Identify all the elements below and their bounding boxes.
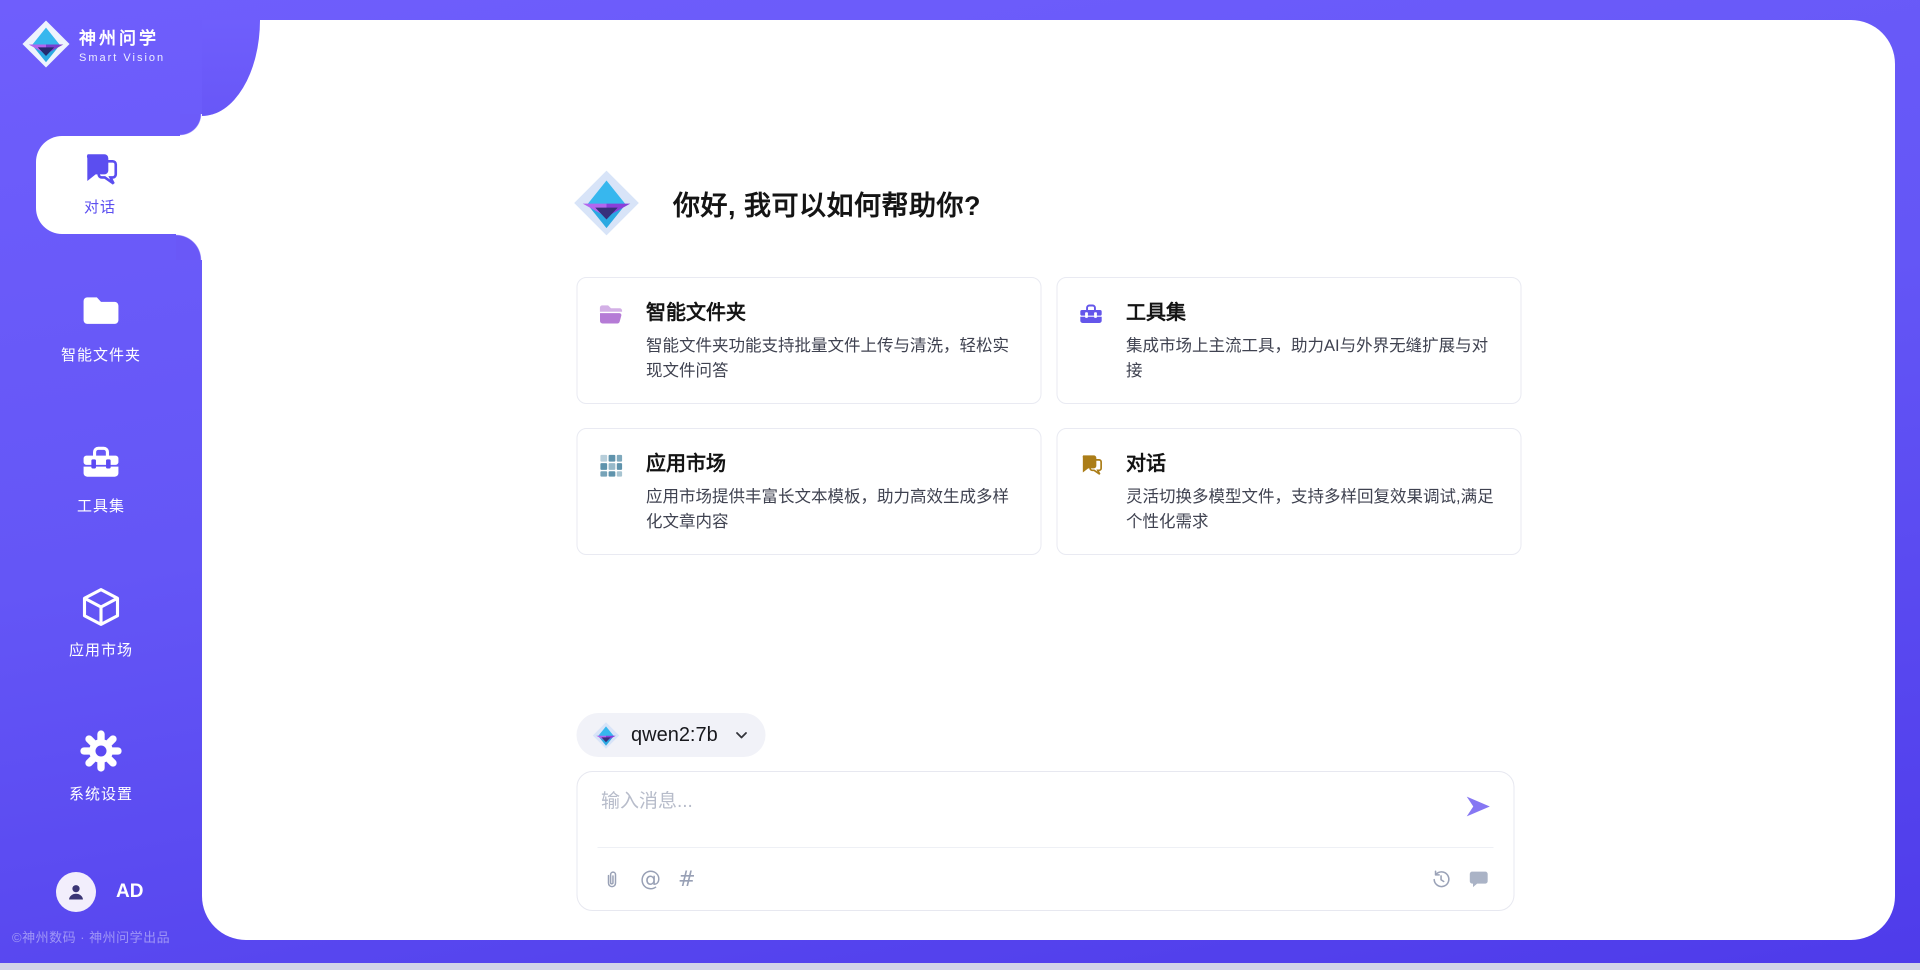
- sidebar-item-settings[interactable]: 系统设置: [0, 729, 202, 804]
- sidebar-item-label: 智能文件夹: [0, 344, 202, 365]
- attach-icon[interactable]: [601, 868, 623, 890]
- greeting-text: 你好, 我可以如何帮助你?: [673, 184, 981, 223]
- sidebar-item-label: 对话: [84, 196, 116, 217]
- app-logo-icon: [573, 165, 639, 241]
- toolbox-icon: [1077, 301, 1104, 328]
- sidebar: 神州问学 Smart Vision 对话 智能文件夹 工具集: [0, 0, 202, 970]
- card-title: 智能文件夹: [646, 296, 1023, 325]
- chat-icon: [79, 149, 121, 191]
- cube-icon: [79, 585, 123, 629]
- card-description: 集成市场上主流工具，助力AI与外界无缝扩展与对接: [1126, 334, 1503, 384]
- composer-toolbar: @ #: [597, 847, 1493, 910]
- card-description: 灵活切换多模型文件，支持多样回复效果调试,满足个性化需求: [1126, 485, 1503, 535]
- sidebar-item-label: 系统设置: [0, 783, 202, 804]
- user-initials: AD: [116, 881, 143, 903]
- history-icon[interactable]: [1429, 868, 1451, 890]
- sidebar-item-chat[interactable]: 对话: [36, 136, 204, 234]
- folder-icon: [79, 290, 123, 334]
- gear-icon: [79, 729, 123, 773]
- toolbox-icon: [79, 441, 123, 485]
- card-smart-folder[interactable]: 智能文件夹 智能文件夹功能支持批量文件上传与清洗，轻松实现文件问答: [576, 277, 1041, 404]
- chevron-down-icon: [734, 727, 750, 743]
- card-title: 工具集: [1126, 296, 1503, 325]
- hashtag-icon[interactable]: #: [678, 867, 696, 891]
- grid-icon: [597, 452, 624, 479]
- mention-icon[interactable]: @: [640, 867, 661, 891]
- main-content: 你好, 我可以如何帮助你? 智能文件夹 智能文件夹功能支持批量文件上传与清洗，轻…: [576, 20, 1521, 940]
- sidebar-footer-text: ©神州数码 · 神州问学出品: [12, 927, 170, 946]
- card-toolset[interactable]: 工具集 集成市场上主流工具，助力AI与外界无缝扩展与对接: [1056, 277, 1521, 404]
- sidebar-item-toolset[interactable]: 工具集: [0, 441, 202, 516]
- model-logo-icon: [592, 722, 619, 749]
- model-selector[interactable]: qwen2:7b: [576, 713, 766, 757]
- folder-icon: [597, 301, 624, 328]
- send-icon[interactable]: [1464, 793, 1491, 820]
- message-input[interactable]: [601, 791, 1441, 813]
- composer-right-tools: [1429, 868, 1489, 890]
- bottom-edge-strip: [0, 963, 1920, 970]
- greeting-block: 你好, 我可以如何帮助你?: [573, 165, 981, 241]
- sidebar-item-label: 应用市场: [0, 639, 202, 660]
- card-title: 应用市场: [646, 447, 1023, 476]
- person-icon: [64, 880, 88, 904]
- card-app-market[interactable]: 应用市场 应用市场提供丰富长文本模板，助力高效生成多样化文章内容: [576, 428, 1041, 555]
- main-panel: 你好, 我可以如何帮助你? 智能文件夹 智能文件夹功能支持批量文件上传与清洗，轻…: [202, 20, 1895, 940]
- feature-cards: 智能文件夹 智能文件夹功能支持批量文件上传与清洗，轻松实现文件问答 工具集: [576, 277, 1521, 555]
- brand: 神州问学 Smart Vision: [22, 20, 165, 68]
- user-profile[interactable]: AD: [56, 872, 143, 912]
- brand-name: 神州问学: [79, 24, 165, 49]
- chat-bubble-icon[interactable]: [1467, 868, 1489, 890]
- sidebar-item-smart-folder[interactable]: 智能文件夹: [0, 290, 202, 365]
- brand-subtitle: Smart Vision: [79, 52, 165, 64]
- model-name: qwen2:7b: [631, 724, 718, 747]
- card-description: 智能文件夹功能支持批量文件上传与清洗，轻松实现文件问答: [646, 334, 1023, 384]
- card-description: 应用市场提供丰富长文本模板，助力高效生成多样化文章内容: [646, 485, 1023, 535]
- chat-icon: [1077, 452, 1104, 479]
- composer: @ #: [576, 771, 1514, 911]
- sidebar-item-label: 工具集: [0, 495, 202, 516]
- sidebar-item-app-market[interactable]: 应用市场: [0, 585, 202, 660]
- avatar: [56, 872, 96, 912]
- card-chat[interactable]: 对话 灵活切换多模型文件，支持多样回复效果调试,满足个性化需求: [1056, 428, 1521, 555]
- brand-logo-icon: [22, 20, 70, 68]
- card-title: 对话: [1126, 447, 1503, 476]
